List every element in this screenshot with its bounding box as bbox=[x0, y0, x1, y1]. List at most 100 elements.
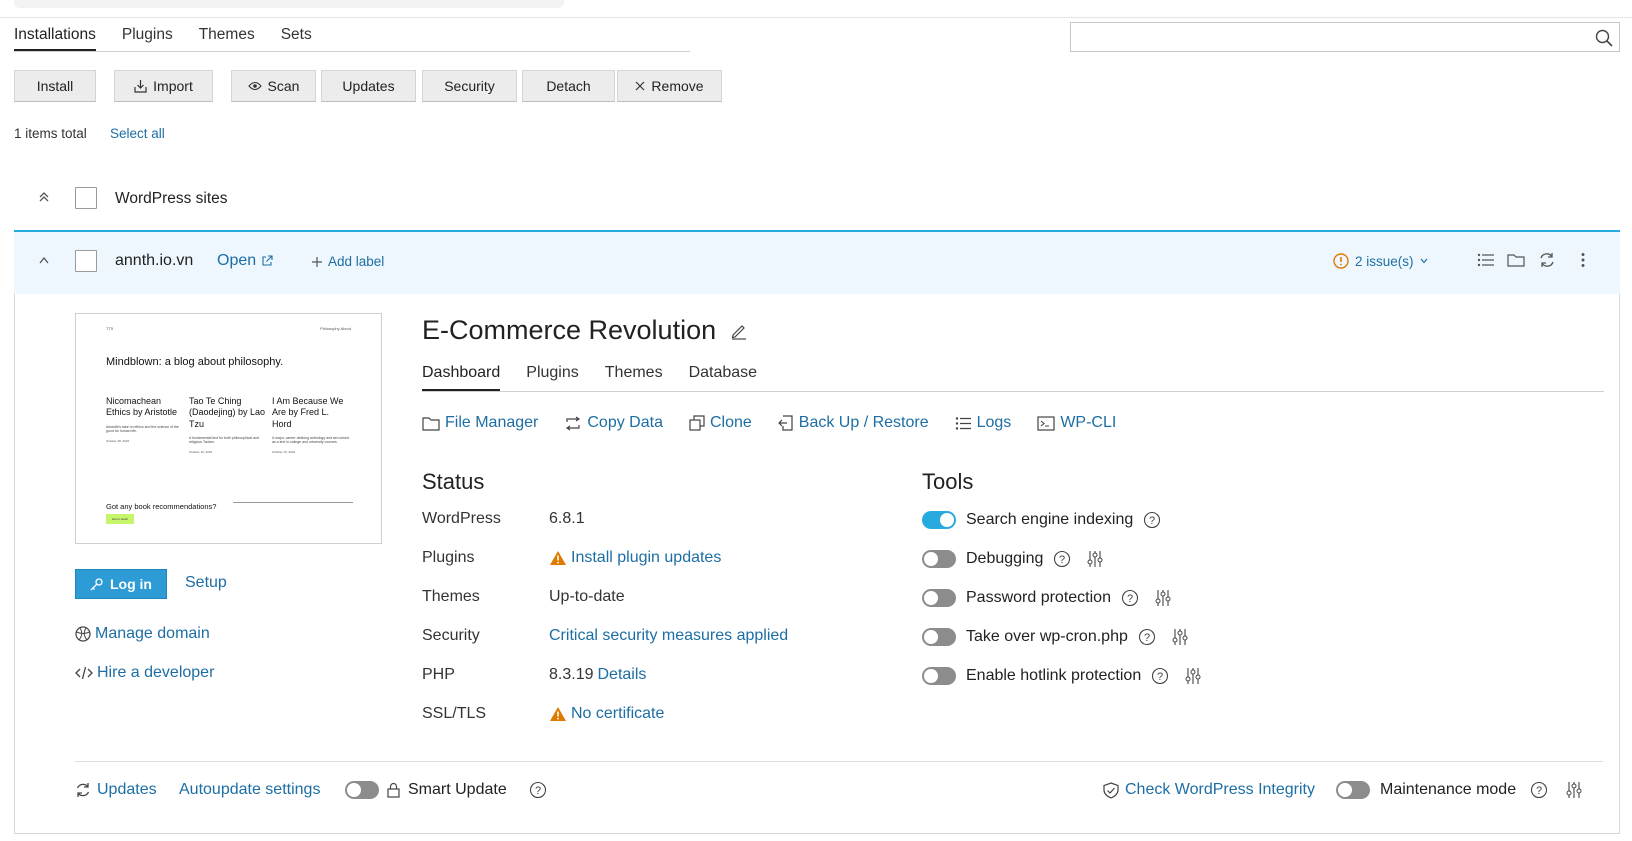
preview-post-title: Nicomachean Ethics by Aristotle bbox=[106, 396, 178, 418]
no-certificate-link[interactable]: No certificate bbox=[571, 705, 664, 723]
folder-icon[interactable] bbox=[1507, 252, 1525, 268]
footer-updates-label: Updates bbox=[97, 781, 157, 798]
settings-sliders-icon[interactable] bbox=[1566, 781, 1582, 799]
items-count: 1 items total bbox=[14, 126, 87, 141]
themes-status: Up-to-date bbox=[549, 588, 625, 605]
preview-headline: Mindblown: a blog about philosophy. bbox=[106, 356, 284, 368]
help-icon[interactable]: ? bbox=[1143, 511, 1161, 529]
security-button[interactable]: Security bbox=[422, 70, 517, 102]
help-icon[interactable]: ? bbox=[1053, 550, 1071, 568]
tab-site-plugins[interactable]: Plugins bbox=[526, 364, 578, 391]
status-value-themes: Up-to-date bbox=[549, 588, 625, 606]
search-indexing-toggle[interactable] bbox=[922, 511, 956, 529]
remove-button[interactable]: Remove bbox=[617, 70, 722, 102]
hire-developer-label: Hire a developer bbox=[97, 664, 215, 681]
top-search-pill bbox=[14, 0, 564, 8]
help-icon[interactable]: ? bbox=[1530, 781, 1548, 799]
tab-site-themes[interactable]: Themes bbox=[605, 364, 663, 391]
manage-domain-label: Manage domain bbox=[95, 625, 210, 642]
settings-sliders-icon[interactable] bbox=[1185, 667, 1201, 685]
autoupdate-settings-link[interactable]: Autoupdate settings bbox=[179, 781, 320, 799]
hire-developer-link[interactable]: Hire a developer bbox=[75, 664, 214, 682]
collapse-all-icon[interactable] bbox=[38, 191, 50, 203]
list-icon[interactable] bbox=[1477, 252, 1495, 268]
tab-database[interactable]: Database bbox=[689, 364, 758, 391]
preview-post-excerpt: A fundamental text for both philosophica… bbox=[189, 435, 259, 445]
file-manager-link[interactable]: File Manager bbox=[422, 414, 538, 432]
open-site-link[interactable]: Open bbox=[217, 252, 273, 270]
footer-updates-link[interactable]: Updates bbox=[75, 781, 157, 799]
password-protection-label: Password protection bbox=[966, 589, 1111, 606]
wordpress-version: 6.8.1 bbox=[549, 510, 585, 527]
plus-icon bbox=[312, 256, 322, 267]
preview-post-excerpt: A major, career-defining anthology and s… bbox=[272, 435, 349, 445]
tab-plugins[interactable]: Plugins bbox=[122, 26, 173, 51]
issues-dropdown[interactable]: 2 issue(s) bbox=[1333, 253, 1428, 269]
install-plugin-updates-link[interactable]: Install plugin updates bbox=[571, 549, 721, 567]
logs-link[interactable]: Logs bbox=[955, 414, 1011, 432]
external-link-icon bbox=[262, 255, 273, 266]
status-value-security: Critical security measures applied bbox=[549, 627, 788, 645]
wp-cron-toggle[interactable] bbox=[922, 628, 956, 646]
group-checkbox[interactable] bbox=[75, 187, 97, 209]
refresh-icon[interactable] bbox=[1538, 252, 1556, 268]
help-icon[interactable]: ? bbox=[1138, 628, 1156, 646]
select-all-link[interactable]: Select all bbox=[110, 126, 165, 141]
settings-sliders-icon[interactable] bbox=[1172, 628, 1188, 646]
smart-update-toggle[interactable] bbox=[345, 781, 379, 799]
preview-post: Tao Te Ching (Daodejing) by Lao Tzu A fu… bbox=[189, 396, 267, 455]
add-label-button[interactable]: Add label bbox=[312, 254, 384, 269]
clone-link[interactable]: Clone bbox=[689, 414, 752, 432]
group-label: WordPress sites bbox=[115, 190, 228, 207]
detach-button[interactable]: Detach bbox=[522, 70, 615, 102]
hotlink-protection-toggle[interactable] bbox=[922, 667, 956, 685]
wp-cli-link[interactable]: WP-CLI bbox=[1037, 414, 1116, 432]
copy-data-link[interactable]: Copy Data bbox=[564, 414, 663, 432]
check-integrity-label: Check WordPress Integrity bbox=[1125, 781, 1315, 798]
php-details-link[interactable]: Details bbox=[597, 666, 646, 684]
scan-button[interactable]: Scan bbox=[231, 70, 316, 102]
preview-reco: Got any book recommendations? bbox=[106, 502, 217, 511]
tab-themes[interactable]: Themes bbox=[199, 26, 255, 51]
search-input[interactable] bbox=[1070, 22, 1620, 52]
status-label-php: PHP bbox=[422, 666, 455, 683]
tab-sets[interactable]: Sets bbox=[281, 26, 312, 51]
more-options-icon[interactable] bbox=[1580, 252, 1586, 268]
edit-pencil-icon[interactable] bbox=[730, 322, 748, 340]
tool-password-protection: Password protection ? bbox=[922, 589, 1171, 607]
chevron-up-icon[interactable] bbox=[38, 256, 50, 264]
settings-sliders-icon[interactable] bbox=[1087, 550, 1103, 568]
manage-domain-link[interactable]: Manage domain bbox=[75, 625, 210, 643]
maintenance-mode-toggle[interactable] bbox=[1336, 781, 1370, 799]
help-icon[interactable]: ? bbox=[1121, 589, 1139, 607]
php-version: 8.3.19 bbox=[549, 666, 594, 683]
tab-installations[interactable]: Installations bbox=[14, 26, 96, 51]
settings-sliders-icon[interactable] bbox=[1155, 589, 1171, 607]
debugging-toggle[interactable] bbox=[922, 550, 956, 568]
tab-dashboard[interactable]: Dashboard bbox=[422, 364, 501, 391]
preview-post-date: October 15, 2022 bbox=[272, 449, 296, 454]
issues-label: 2 issue(s) bbox=[1355, 253, 1414, 269]
check-integrity-link[interactable]: Check WordPress Integrity bbox=[1103, 781, 1315, 799]
help-icon[interactable]: ? bbox=[1151, 667, 1169, 685]
password-protection-toggle[interactable] bbox=[922, 589, 956, 607]
security-measures-link[interactable]: Critical security measures applied bbox=[549, 627, 788, 645]
site-preview-thumbnail[interactable]: TT5 Philosophy About Mindblown: a blog a… bbox=[75, 313, 382, 544]
status-label-plugins: Plugins bbox=[422, 549, 475, 566]
search-icon[interactable] bbox=[1595, 29, 1613, 47]
status-label-security: Security bbox=[422, 627, 480, 644]
detach-label: Detach bbox=[546, 78, 591, 94]
install-button[interactable]: Install bbox=[14, 70, 96, 102]
tool-search-engine-indexing: Search engine indexing ? bbox=[922, 511, 1161, 529]
status-value-ssl: No certificate bbox=[549, 705, 664, 723]
tool-debugging: Debugging ? bbox=[922, 550, 1103, 568]
setup-link[interactable]: Setup bbox=[185, 574, 227, 592]
site-checkbox[interactable] bbox=[75, 250, 97, 272]
login-button[interactable]: Log in bbox=[75, 569, 167, 599]
help-icon[interactable]: ? bbox=[529, 781, 547, 799]
updates-button[interactable]: Updates bbox=[321, 70, 416, 102]
status-label-ssl: SSL/TLS bbox=[422, 705, 487, 722]
svg-text:?: ? bbox=[1144, 632, 1150, 644]
import-button[interactable]: Import bbox=[114, 70, 213, 102]
backup-restore-link[interactable]: Back Up / Restore bbox=[777, 414, 929, 432]
